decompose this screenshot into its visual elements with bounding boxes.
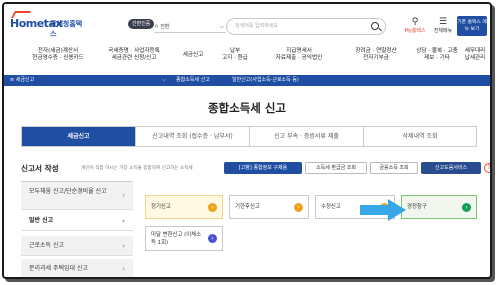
nav-item-incentive[interactable]: 장려금 · 연말정산 전자기부금 bbox=[342, 48, 410, 62]
sidebar-item-rental[interactable]: 분리과세 주택임대 신고 › bbox=[21, 259, 133, 277]
report-type-sidebar: 모두채움 신고/단순경비율 신고 › 일반 신고 › 근로소득 신고 › 분리과… bbox=[21, 181, 133, 277]
card-unfiled-report[interactable]: 미달 변환신고 (이체소득 1회) › bbox=[145, 226, 223, 251]
tab-report-history[interactable]: 신고내역 조회 (접수증 · 납부서) bbox=[136, 127, 250, 146]
hamburger-icon: ☰ bbox=[438, 17, 448, 27]
site-header: Hometax 국세청홈택스 간편인증 ㅇ 전환 ⌵ 검색어를 입력하세요 ⚲ … bbox=[4, 4, 490, 66]
refund-inquiry-button[interactable]: 소득세 환급금 조회 bbox=[305, 162, 367, 174]
search-placeholder: 검색어를 입력하세요 bbox=[235, 23, 278, 29]
arrow-right-icon: › bbox=[208, 203, 217, 212]
logo-sub: 국세청홈택스 bbox=[50, 20, 83, 38]
nav-item-tax-report[interactable]: 세금신고 bbox=[176, 48, 210, 59]
search-icon[interactable] bbox=[371, 22, 379, 30]
nav-item-payment[interactable]: 납부 고지 · 환급 bbox=[214, 48, 256, 62]
pointer-arrow-icon bbox=[360, 199, 406, 221]
section-title: 신고서 작성 bbox=[21, 164, 59, 173]
search-scope-value: ㅇ 전환 bbox=[154, 24, 170, 30]
breadcrumb-home[interactable]: ≡ 세금신고 bbox=[10, 75, 34, 86]
all-menu-label: 전체메뉴 bbox=[433, 28, 453, 34]
sidebar-item-earned-income[interactable]: 근로소득 신고 › bbox=[21, 236, 133, 256]
card-late-report[interactable]: 기한후신고 › bbox=[229, 195, 309, 219]
legacy-menu-button[interactable]: 기존 홈택스 메뉴 보기 bbox=[457, 16, 487, 36]
financial-income-button[interactable]: 금융소득 조회 bbox=[370, 162, 418, 174]
page-title: 종합소득세 신고 bbox=[207, 101, 287, 115]
card-correction-claim[interactable]: 경정청구 › bbox=[401, 195, 477, 219]
tab-tax-report[interactable]: 세금신고 bbox=[22, 127, 136, 146]
myhome-link[interactable]: ⚲ My홈택스 bbox=[404, 17, 426, 35]
myhome-label: My홈택스 bbox=[404, 28, 426, 34]
arrow-right-icon: › bbox=[462, 203, 471, 212]
nav-item-certificate[interactable]: 국세증명 · 사업자등록 세금관련 신청/신고 bbox=[96, 48, 172, 62]
login-button[interactable]: 간편인증 bbox=[128, 19, 155, 29]
help-center-button[interactable]: [고향] 종합정보 구제용 bbox=[224, 162, 302, 174]
user-icon: ⚲ bbox=[411, 17, 419, 27]
nav-item-agent[interactable]: 세무대리 납세관리 bbox=[460, 48, 490, 62]
sidebar-item-general[interactable]: 일반 신고 › bbox=[21, 211, 133, 231]
chevron-down-icon: ⌵ bbox=[162, 77, 166, 83]
breadcrumb: ≡ 세금신고 ⌵ 종합소득세 신고 일반신고(사업소득·근로소득 등) bbox=[4, 75, 490, 86]
arrow-right-icon: › bbox=[294, 203, 303, 212]
breadcrumb-item-income-tax[interactable]: 종합소득세 신고 bbox=[176, 75, 210, 86]
form-section-header: 신고서 작성 개인이 직접 하시는 가장 소득을 종합하여 신고하는 소득세 [… bbox=[21, 162, 490, 175]
tab-attachments[interactable]: 신고 부속 · 증빙서류 제출 bbox=[250, 127, 364, 146]
all-menu-button[interactable]: ☰ 전체메뉴 bbox=[431, 17, 455, 35]
breadcrumb-item-general[interactable]: 일반신고(사업소득·근로소득 등) bbox=[232, 75, 299, 86]
hometax-logo[interactable]: Hometax 국세청홈택스 bbox=[10, 11, 85, 38]
question-icon[interactable]: ? bbox=[484, 163, 490, 173]
sidebar-item-prefilled[interactable]: 모두채움 신고/단순경비율 신고 › bbox=[21, 182, 133, 210]
nav-item-consult[interactable]: 상담 · 불복 · 고충 제보 · 기타 bbox=[414, 48, 460, 62]
search-scope-select[interactable]: ㅇ 전환 ⌵ bbox=[154, 21, 226, 33]
search-input[interactable]: 검색어를 입력하세요 bbox=[226, 18, 386, 35]
section-note: 개인이 직접 하시는 가장 소득을 종합하여 신고하는 소득세 bbox=[81, 166, 193, 171]
report-help-button[interactable]: 신고도움서비스 bbox=[421, 162, 481, 174]
chevron-right-icon: › bbox=[122, 241, 125, 250]
chevron-right-icon: › bbox=[122, 191, 125, 199]
chevron-right-icon: › bbox=[122, 216, 125, 225]
chevron-down-icon: ⌵ bbox=[219, 23, 224, 30]
chevron-right-icon: › bbox=[122, 264, 125, 273]
nav-item-einvoice[interactable]: 전자(세금)계산서 현금영수증 · 신용카드 bbox=[22, 48, 94, 62]
arrow-right-icon: › bbox=[208, 234, 217, 243]
card-regular-report[interactable]: 정기신고 › bbox=[145, 195, 223, 219]
tab-deleted-history[interactable]: 삭제내역 조회 bbox=[364, 127, 476, 146]
tab-bar: 세금신고 신고내역 조회 (접수증 · 납부서) 신고 부속 · 증빙서류 제출… bbox=[21, 126, 477, 147]
main-nav: 전자(세금)계산서 현금영수증 · 신용카드 국세증명 · 사업자등록 세금관련 신… bbox=[4, 48, 490, 70]
nav-item-submission[interactable]: 지급명세서 자료제출 · 공익법인 bbox=[262, 48, 336, 62]
browser-frame: Hometax 국세청홈택스 간편인증 ㅇ 전환 ⌵ 검색어를 입력하세요 ⚲ … bbox=[2, 2, 492, 279]
